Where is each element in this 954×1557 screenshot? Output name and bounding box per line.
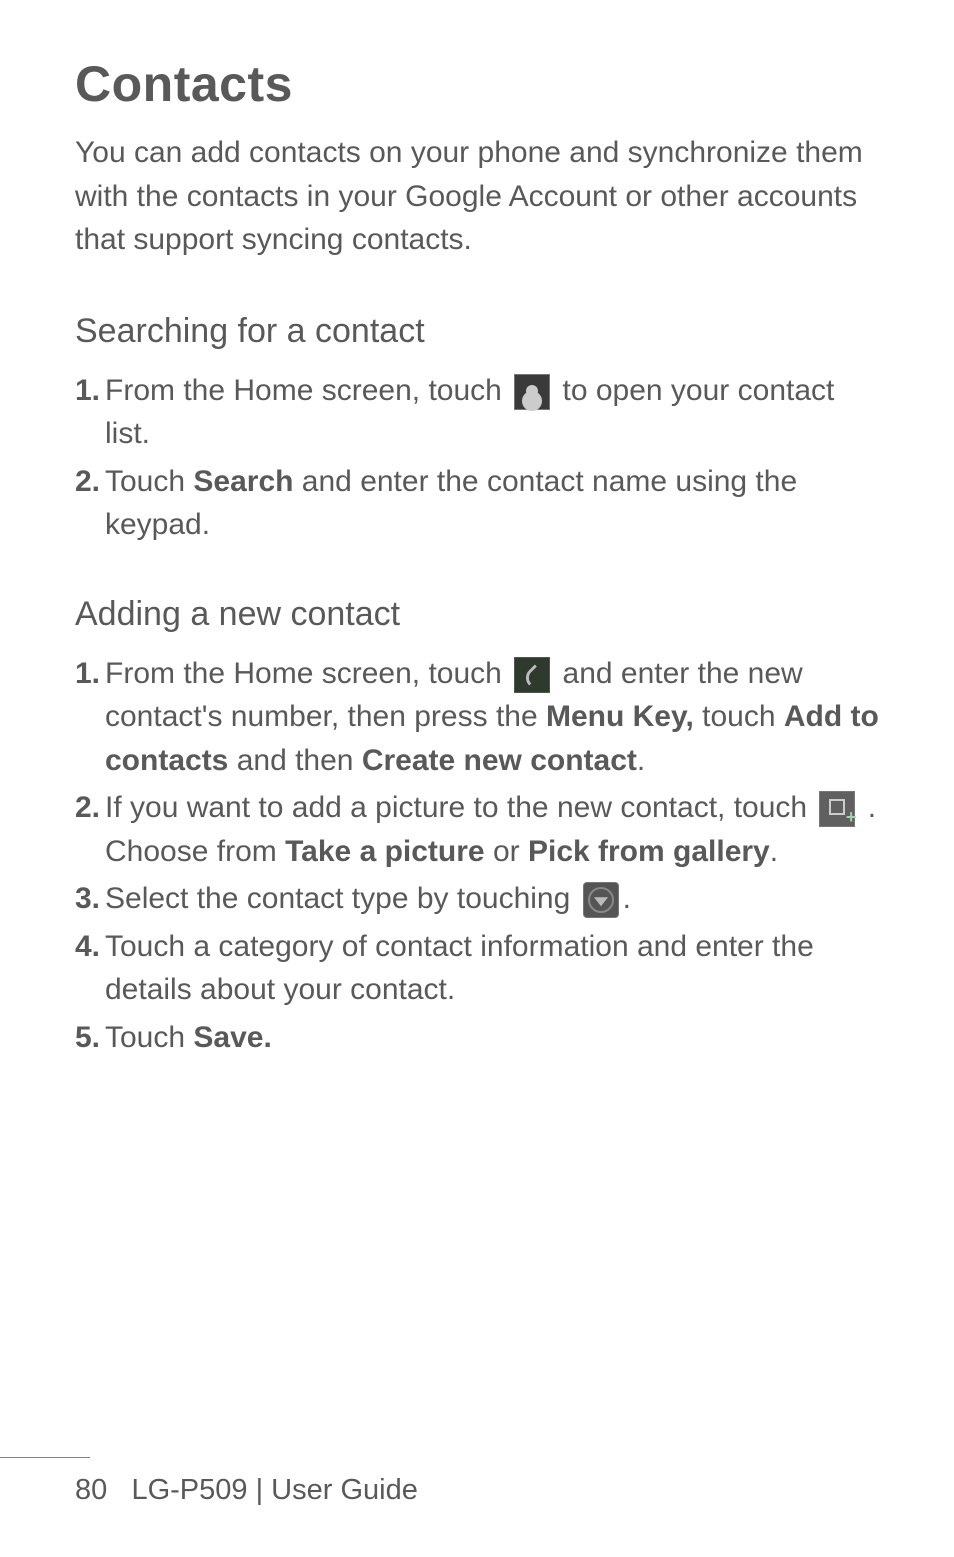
section-searching: Searching for a contact 1. From the Home… (75, 312, 884, 547)
guide-label: User Guide (271, 1474, 418, 1506)
list-item: 2. Touch Search and enter the contact na… (75, 460, 884, 547)
phone-icon (514, 657, 550, 693)
section-adding: Adding a new contact 1. From the Home sc… (75, 595, 884, 1060)
list-body: Select the contact type by touching . (105, 877, 884, 921)
list-body: If you want to add a picture to the new … (105, 786, 884, 873)
list-number: 5. (75, 1016, 105, 1060)
footer-sep: | (248, 1474, 272, 1506)
footer-text: 80 LG-P509 | User Guide (75, 1474, 954, 1507)
contacts-icon (514, 374, 550, 410)
list-number: 2. (75, 786, 105, 873)
list-body: From the Home screen, touch and enter th… (105, 652, 884, 783)
text-bold: Create new contact (362, 744, 637, 777)
text: or (485, 835, 528, 868)
list-number: 4. (75, 925, 105, 1012)
text-bold: Pick from gallery (528, 835, 770, 868)
text: If you want to add a picture to the new … (105, 791, 815, 824)
text: Select the contact type by touching (105, 882, 579, 915)
text: . (637, 744, 645, 777)
text: . (770, 835, 778, 868)
page-footer: 80 LG-P509 | User Guide (0, 1457, 954, 1507)
text: From the Home screen, touch (105, 374, 510, 407)
dropdown-icon (583, 882, 619, 918)
text: and then (228, 744, 361, 777)
text-bold: Take a picture (285, 835, 485, 868)
text: From the Home screen, touch (105, 657, 510, 690)
text-bold: Menu Key, (546, 700, 694, 733)
list-item: 1. From the Home screen, touch to open y… (75, 369, 884, 456)
text: . (623, 882, 631, 915)
list-item: 4. Touch a category of contact informati… (75, 925, 884, 1012)
list-number: 1. (75, 652, 105, 783)
page-title: Contacts (75, 55, 884, 113)
text: touch (694, 700, 784, 733)
list-body: From the Home screen, touch to open your… (105, 369, 884, 456)
list-body: Touch Search and enter the contact name … (105, 460, 884, 547)
list-item: 3. Select the contact type by touching . (75, 877, 884, 921)
intro-text: You can add contacts on your phone and s… (75, 131, 884, 262)
list-number: 3. (75, 877, 105, 921)
page-number: 80 (75, 1474, 107, 1506)
list-number: 1. (75, 369, 105, 456)
list-number: 2. (75, 460, 105, 547)
text: Touch (105, 465, 193, 498)
list-body: Touch a category of contact information … (105, 925, 884, 1012)
model-name: LG-P509 (131, 1474, 247, 1506)
section-heading-searching: Searching for a contact (75, 312, 884, 351)
text-bold: Search (193, 465, 293, 498)
text-bold: Save. (193, 1021, 271, 1054)
add-photo-icon (819, 791, 855, 827)
list-item: 5. Touch Save. (75, 1016, 884, 1060)
list-item: 2. If you want to add a picture to the n… (75, 786, 884, 873)
text: Touch (105, 1021, 193, 1054)
text: Touch a category of contact information … (105, 930, 814, 1007)
footer-divider (0, 1457, 90, 1458)
list-body: Touch Save. (105, 1016, 884, 1060)
list-item: 1. From the Home screen, touch and enter… (75, 652, 884, 783)
section-heading-adding: Adding a new contact (75, 595, 884, 634)
